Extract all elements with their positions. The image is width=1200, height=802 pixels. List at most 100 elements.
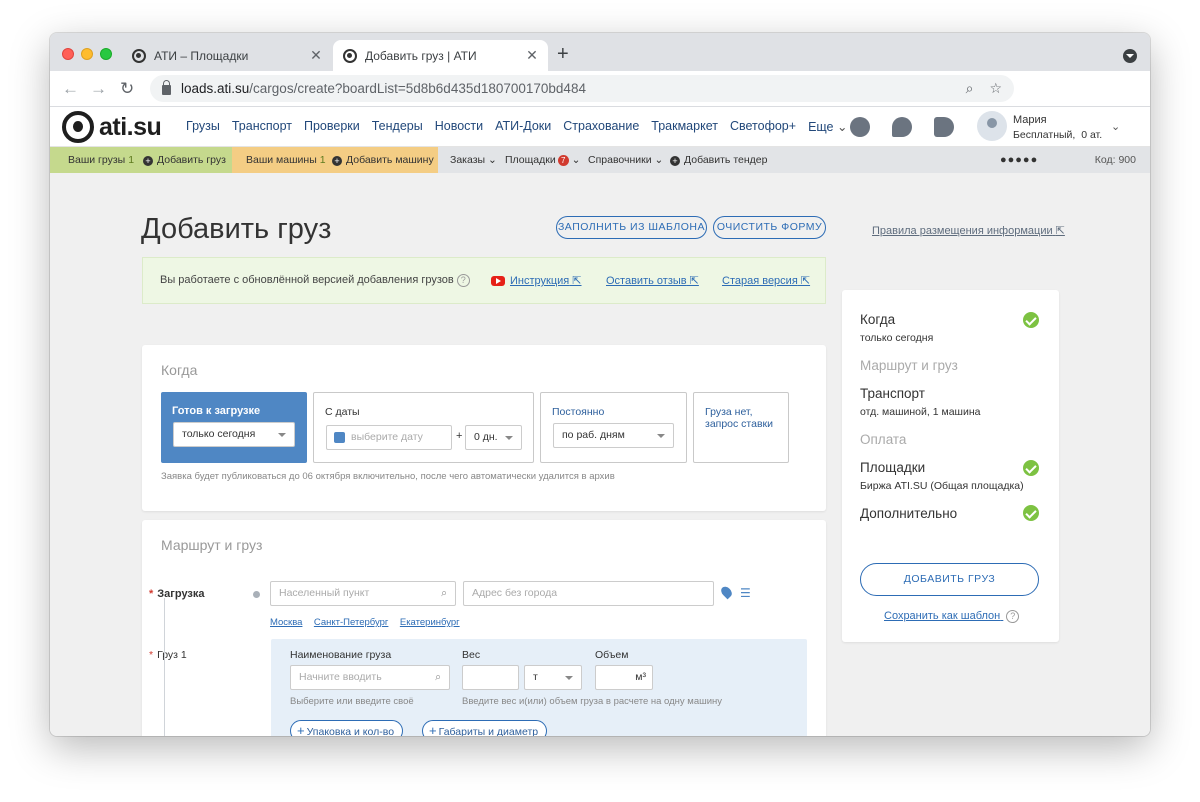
minimize-window-button[interactable]	[81, 48, 93, 60]
messages-icon[interactable]	[892, 117, 912, 137]
volume-input[interactable]: м³	[595, 665, 653, 690]
new-tab-button[interactable]: +	[557, 43, 569, 66]
chevron-down-icon: ⌄	[836, 120, 848, 134]
tab-add-cargo[interactable]: Добавить груз | АТИ ✕	[333, 40, 548, 71]
external-link-icon: ⇱	[1055, 225, 1065, 237]
no-cargo-option[interactable]: Груза нет, запрос ставки	[693, 392, 789, 463]
nav-item-cargo[interactable]: Грузы	[186, 119, 220, 134]
notifications-icon[interactable]	[934, 117, 954, 137]
site-header: ati.su Грузы Транспорт Проверки Тендеры …	[50, 107, 1150, 147]
back-arrow-icon[interactable]: ←	[62, 79, 79, 99]
check-icon	[1023, 312, 1039, 328]
days-select[interactable]: 0 дн.	[465, 425, 522, 450]
boards-badge: 7	[557, 155, 569, 166]
nav-item-tenders[interactable]: Тендеры	[372, 119, 423, 134]
close-window-button[interactable]	[62, 48, 74, 60]
help-icon[interactable]: ?	[456, 274, 470, 287]
quick-actions-bar: Ваши грузы 1 + Добавить груз Ваши машины 1 …	[50, 147, 1150, 173]
dimensions-button[interactable]: + Габариты и диаметр	[422, 720, 548, 736]
summary-boards[interactable]: Площадки	[860, 460, 925, 475]
check-icon	[1023, 460, 1039, 476]
fill-from-template-button[interactable]: ЗАПОЛНИТЬ ИЗ ШАБЛОНА	[556, 216, 707, 239]
add-truck-link[interactable]: + Добавить машину	[332, 154, 434, 166]
city-input[interactable]: Населенный пункт ⌕	[270, 581, 456, 606]
weight-label: Вес	[462, 649, 481, 661]
summary-route[interactable]: Маршрут и груз	[860, 358, 958, 373]
add-tender-link[interactable]: + Добавить тендер	[670, 154, 767, 166]
page-title: Добавить груз	[141, 213, 332, 245]
summary-transport[interactable]: Транспорт	[860, 386, 925, 401]
ready-to-load-option[interactable]: Готов к загрузке только сегодня	[161, 392, 307, 463]
from-date-option[interactable]: С даты выберите дату + 0 дн.	[313, 392, 534, 463]
youtube-icon	[491, 276, 505, 286]
weight-input[interactable]	[462, 665, 519, 690]
nav-item-truckmarket[interactable]: Тракмаркет	[651, 119, 718, 134]
support-icon[interactable]	[850, 117, 870, 137]
tab-ati-boards[interactable]: АТИ – Площадки ✕	[122, 40, 332, 71]
weight-unit-select[interactable]: т	[524, 665, 582, 690]
feedback-link[interactable]: Оставить отзыв ⇱	[606, 274, 699, 287]
save-as-template-link[interactable]: Сохранить как шаблон ?	[884, 610, 1020, 623]
nav-item-insurance[interactable]: Страхование	[563, 119, 639, 134]
summary-when[interactable]: Когда	[860, 312, 895, 327]
nav-item-news[interactable]: Новости	[435, 119, 483, 134]
map-pin-icon[interactable]	[719, 584, 734, 600]
cargo-name-input[interactable]: Начните вводить ⌕	[290, 665, 450, 690]
nav-item-checks[interactable]: Проверки	[304, 119, 360, 134]
permanent-option[interactable]: Постоянно по раб. дням	[540, 392, 687, 463]
zoom-icon[interactable]: ⌕	[966, 80, 974, 97]
nav-item-transport[interactable]: Транспорт	[232, 119, 292, 134]
browser-window: АТИ – Площадки ✕ Добавить груз | АТИ ✕ +…	[50, 33, 1150, 736]
my-cargo-link[interactable]: Ваши грузы 1	[68, 154, 134, 166]
from-date-label: С даты	[325, 406, 360, 418]
date-input[interactable]: выберите дату	[326, 425, 452, 450]
maximize-window-button[interactable]	[100, 48, 112, 60]
bookmark-star-icon[interactable]: ☆	[989, 80, 1002, 97]
section-title: Маршрут и груз	[161, 537, 263, 553]
tab-search-icon[interactable]	[1123, 49, 1137, 63]
boards-menu[interactable]: Площадки 7 ⌄	[505, 154, 580, 166]
add-cargo-link[interactable]: + Добавить груз	[143, 154, 226, 166]
quick-cities: Москва Санкт-Петербург Екатеринбург	[270, 612, 467, 630]
summary-payment[interactable]: Оплата	[860, 432, 906, 447]
user-menu[interactable]: Мария Бесплатный, 0 ат. ⌄	[977, 110, 1127, 144]
list-icon[interactable]: ☰	[740, 586, 751, 600]
old-version-link[interactable]: Старая версия ⇱	[722, 274, 810, 287]
address-input[interactable]: Адрес без города	[463, 581, 714, 606]
add-cargo-button[interactable]: ДОБАВИТЬ ГРУЗ	[860, 563, 1039, 596]
tab-title: Добавить груз | АТИ	[365, 48, 477, 63]
ready-period-select[interactable]: только сегодня	[173, 422, 295, 447]
rules-link[interactable]: Правила размещения информации ⇱	[872, 224, 1065, 237]
chevron-down-icon: ⌄	[571, 154, 581, 166]
tab-title: АТИ – Площадки	[154, 48, 249, 63]
page-content: Добавить груз ЗАПОЛНИТЬ ИЗ ШАБЛОНА ОЧИСТ…	[50, 173, 1150, 736]
instruction-link[interactable]: Инструкция ⇱	[510, 274, 582, 287]
close-icon[interactable]: ✕	[306, 47, 326, 64]
city-link[interactable]: Екатеринбург	[400, 617, 460, 628]
search-icon: ⌕	[435, 671, 441, 683]
chevron-down-icon: ⌄	[654, 154, 664, 166]
status-icons[interactable]: ●●●●●	[1000, 154, 1038, 166]
help-icon[interactable]: ?	[1006, 610, 1020, 623]
ready-label: Готов к загрузке	[172, 405, 261, 417]
permanent-select[interactable]: по раб. дням	[553, 423, 674, 448]
orders-menu[interactable]: Заказы ⌄	[450, 154, 497, 166]
reload-icon[interactable]: ↻	[120, 79, 134, 99]
clear-form-button[interactable]: ОЧИСТИТЬ ФОРМУ	[713, 216, 826, 239]
nav-item-more[interactable]: Еще ⌄	[808, 119, 847, 134]
nav-item-ati-docs[interactable]: АТИ-Доки	[495, 119, 551, 134]
cargo-label: * Груз 1	[149, 649, 187, 661]
logo-text: ati.su	[99, 112, 162, 141]
forward-arrow-icon[interactable]: →	[90, 79, 107, 99]
references-menu[interactable]: Справочники ⌄	[588, 154, 663, 166]
user-name: Мария	[1013, 114, 1047, 126]
city-link[interactable]: Санкт-Петербург	[314, 617, 389, 628]
packaging-button[interactable]: + Упаковка и кол-во	[290, 720, 404, 736]
nav-item-svetofor[interactable]: Светофор+	[730, 119, 796, 134]
my-trucks-link[interactable]: Ваши машины 1	[246, 154, 326, 166]
url-input[interactable]: loads.ati.su/cargos/create?boardList=5d8…	[150, 75, 1014, 102]
close-icon[interactable]: ✕	[522, 47, 542, 64]
ati-logo[interactable]: ati.su	[62, 111, 162, 143]
city-link[interactable]: Москва	[270, 617, 302, 628]
summary-extra[interactable]: Дополнительно	[860, 506, 957, 521]
